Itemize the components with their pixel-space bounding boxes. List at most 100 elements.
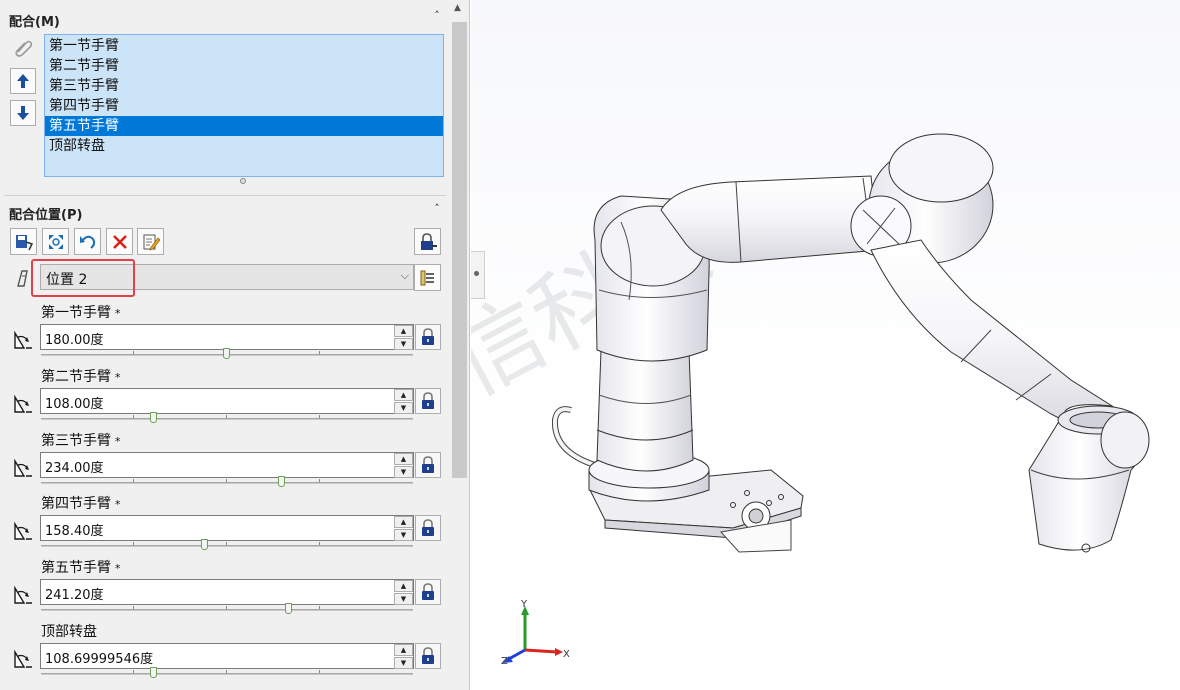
required-mark: * bbox=[115, 435, 121, 448]
lock-icon[interactable] bbox=[415, 452, 441, 478]
lock-icon[interactable] bbox=[415, 324, 441, 350]
svg-text:Z: Z bbox=[501, 656, 508, 667]
angle-spinner[interactable]: ▲ ▼ bbox=[394, 388, 413, 414]
mates-section-title: 配合(M) bbox=[9, 15, 60, 30]
lock-icon[interactable] bbox=[415, 515, 441, 541]
slider-thumb[interactable] bbox=[223, 348, 230, 359]
angle-spinner[interactable]: ▲ ▼ bbox=[394, 643, 413, 669]
required-mark: * bbox=[115, 562, 121, 575]
spin-down-icon[interactable]: ▼ bbox=[394, 657, 413, 669]
undo-position-button[interactable] bbox=[74, 228, 101, 255]
robot-arm-model[interactable]: 华信科技 bbox=[471, 0, 1180, 690]
joint-name: 第五节手臂 bbox=[41, 560, 111, 576]
slider-thumb[interactable] bbox=[278, 476, 285, 487]
joint-angle-input[interactable]: 234.00度 bbox=[40, 452, 414, 478]
collapse-mates-icon[interactable]: ˄ bbox=[430, 9, 444, 23]
angle-slider[interactable] bbox=[40, 412, 414, 423]
lock-icon[interactable] bbox=[415, 643, 441, 669]
solidworks-window: 配合(M) ˄ 第一节手臂 第二节手臂 第三节手臂 第四节手臂 第五节手臂 顶部转盘 配合… bbox=[0, 0, 1180, 690]
angle-dimension-icon bbox=[12, 520, 34, 542]
spin-up-icon[interactable]: ▲ bbox=[394, 389, 413, 401]
positions-section-header[interactable]: 配合位置(P) ˄ bbox=[0, 199, 450, 223]
chevron-down-icon: ⌵ bbox=[400, 269, 409, 282]
list-resize-handle[interactable] bbox=[240, 178, 246, 184]
delete-position-button[interactable] bbox=[106, 228, 133, 255]
required-mark: * bbox=[115, 371, 121, 384]
angle-slider[interactable] bbox=[40, 667, 414, 678]
update-position-button[interactable] bbox=[42, 228, 69, 255]
spin-up-icon[interactable]: ▲ bbox=[394, 516, 413, 528]
angle-spinner[interactable]: ▲ ▼ bbox=[394, 452, 413, 478]
joint-angle-input[interactable]: 108.69999546度 bbox=[40, 643, 414, 669]
joint-name: 第二节手臂 bbox=[41, 369, 111, 385]
joint-angle-input[interactable]: 241.20度 bbox=[40, 579, 414, 605]
mate-list-item[interactable]: 第一节手臂 bbox=[45, 36, 443, 56]
spin-up-icon[interactable]: ▲ bbox=[394, 580, 413, 592]
joint-angle-input[interactable]: 108.00度 bbox=[40, 388, 414, 414]
angle-slider[interactable] bbox=[40, 603, 414, 614]
paperclip-icon bbox=[12, 36, 36, 60]
scrollbar-thumb[interactable] bbox=[452, 22, 467, 478]
mate-list-item[interactable]: 第四节手臂 bbox=[45, 96, 443, 116]
slider-thumb[interactable] bbox=[150, 667, 157, 678]
mates-list[interactable]: 第一节手臂 第二节手臂 第三节手臂 第四节手臂 第五节手臂 顶部转盘 bbox=[44, 34, 444, 177]
joint-label: 第四节手臂 * bbox=[41, 493, 121, 513]
svg-text:X: X bbox=[563, 649, 570, 660]
lock-icon[interactable] bbox=[415, 388, 441, 414]
panel-scrollbar[interactable]: ▲ bbox=[450, 0, 469, 690]
save-position-button[interactable] bbox=[10, 228, 37, 255]
joint-name: 顶部转盘 bbox=[41, 624, 97, 640]
lock-icon[interactable] bbox=[415, 579, 441, 605]
joint-name: 第三节手臂 bbox=[41, 433, 111, 449]
angle-slider[interactable] bbox=[40, 476, 414, 487]
spin-up-icon[interactable]: ▲ bbox=[394, 453, 413, 465]
spin-up-icon[interactable]: ▲ bbox=[394, 325, 413, 337]
slider-thumb[interactable] bbox=[201, 539, 208, 550]
spin-down-icon[interactable]: ▼ bbox=[394, 402, 413, 414]
mate-list-item[interactable]: 第二节手臂 bbox=[45, 56, 443, 76]
spin-down-icon[interactable]: ▼ bbox=[394, 466, 413, 478]
joint-label: 第二节手臂 * bbox=[41, 366, 121, 386]
slider-thumb[interactable] bbox=[285, 603, 292, 614]
mate-list-item[interactable]: 第五节手臂 bbox=[45, 116, 443, 136]
spin-down-icon[interactable]: ▼ bbox=[394, 593, 413, 605]
position-list-button[interactable] bbox=[414, 264, 441, 291]
joint-label: 第三节手臂 * bbox=[41, 430, 121, 450]
joint-angle-input[interactable]: 158.40度 bbox=[40, 515, 414, 541]
move-down-button[interactable] bbox=[10, 100, 36, 126]
highlight-box bbox=[31, 259, 135, 297]
scroll-up-icon[interactable]: ▲ bbox=[454, 3, 461, 13]
angle-slider[interactable] bbox=[40, 348, 414, 359]
joint-angle-input[interactable]: 180.00度 bbox=[40, 324, 414, 350]
joint-label: 第一节手臂 * bbox=[41, 302, 121, 322]
mates-section-header[interactable]: 配合(M) ˄ bbox=[0, 6, 450, 30]
mate-list-item[interactable]: 顶部转盘 bbox=[45, 136, 443, 156]
required-mark: * bbox=[115, 498, 121, 511]
edit-position-button[interactable] bbox=[137, 228, 164, 255]
spin-down-icon[interactable]: ▼ bbox=[394, 338, 413, 350]
collapse-positions-icon[interactable]: ˄ bbox=[430, 202, 444, 216]
angle-spinner[interactable]: ▲ ▼ bbox=[394, 579, 413, 605]
joint-label: 第五节手臂 * bbox=[41, 557, 121, 577]
graphics-viewport[interactable]: 华信科技 bbox=[471, 0, 1180, 690]
angle-spinner[interactable]: ▲ ▼ bbox=[394, 324, 413, 350]
orientation-triad: Y X Z bbox=[501, 599, 570, 667]
joint-name: 第四节手臂 bbox=[41, 496, 111, 512]
mate-list-item[interactable]: 第三节手臂 bbox=[45, 76, 443, 96]
angle-dimension-icon bbox=[12, 329, 34, 351]
spin-up-icon[interactable]: ▲ bbox=[394, 644, 413, 656]
required-mark: * bbox=[115, 307, 121, 320]
angle-dimension-icon bbox=[12, 648, 34, 670]
slider-thumb[interactable] bbox=[150, 412, 157, 423]
angle-dimension-icon bbox=[12, 584, 34, 606]
joint-name: 第一节手臂 bbox=[41, 305, 111, 321]
positions-section-title: 配合位置(P) bbox=[9, 208, 83, 223]
lock-all-button[interactable] bbox=[414, 228, 441, 255]
angle-spinner[interactable]: ▲ ▼ bbox=[394, 515, 413, 541]
angle-slider[interactable] bbox=[40, 539, 414, 550]
joint-label: 顶部转盘 bbox=[41, 621, 101, 641]
move-up-button[interactable] bbox=[10, 68, 36, 94]
spin-down-icon[interactable]: ▼ bbox=[394, 529, 413, 541]
section-divider bbox=[4, 195, 446, 196]
property-manager-panel: 配合(M) ˄ 第一节手臂 第二节手臂 第三节手臂 第四节手臂 第五节手臂 顶部转盘 配合… bbox=[0, 0, 470, 690]
